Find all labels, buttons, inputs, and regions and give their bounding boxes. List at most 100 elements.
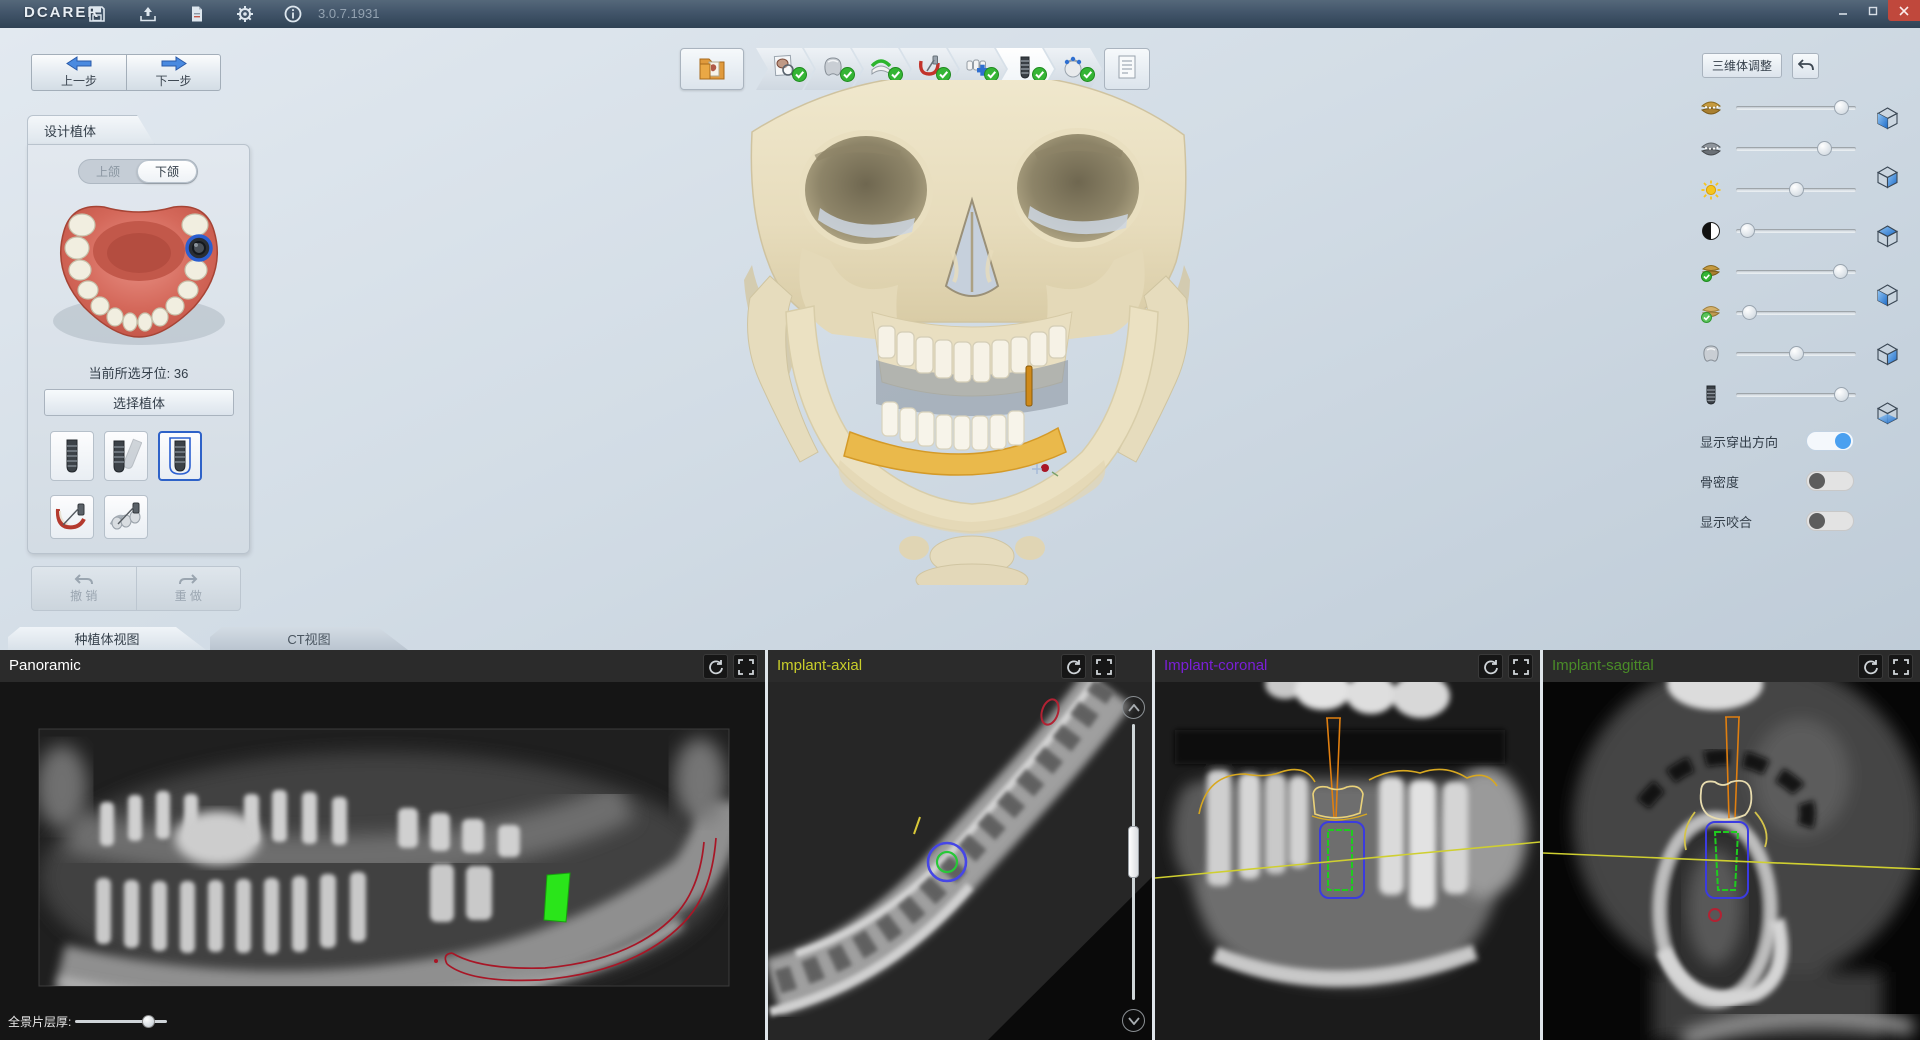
- redo-button[interactable]: 重 做: [137, 567, 241, 610]
- contrast-slider[interactable]: [1736, 229, 1856, 233]
- redo-label: 重 做: [175, 587, 202, 604]
- upper-arch-ok-icon: [1698, 261, 1724, 283]
- jaw-colored-slider[interactable]: [1736, 106, 1856, 110]
- view-cube-back[interactable]: [1874, 341, 1901, 368]
- toggle-label: 显示穿出方向: [1700, 432, 1806, 451]
- previous-step-button[interactable]: 上一步: [31, 54, 126, 91]
- upper-arch-ok-slider-row: [1698, 260, 1856, 284]
- main-workspace: 上一步 下一步 设计植体 上颌 下颌: [0, 28, 1920, 650]
- tab-ct-view[interactable]: CT视图: [210, 627, 408, 650]
- reset-view-icon[interactable]: [1858, 654, 1883, 679]
- jaw-gray-slider-knob[interactable]: [1817, 141, 1832, 156]
- brightness-icon: [1698, 179, 1724, 201]
- pano-thickness-label: 全景片层厚:: [8, 1013, 71, 1030]
- 3d-volume-view[interactable]: [690, 80, 1190, 585]
- save-icon[interactable]: [80, 3, 114, 25]
- jaw-colored-icon: [1698, 97, 1724, 119]
- fullscreen-icon[interactable]: [1888, 654, 1913, 679]
- version-text: 3.0.7.1931: [318, 6, 379, 21]
- undo-button[interactable]: 撤 销: [32, 567, 137, 610]
- fullscreen-icon[interactable]: [733, 654, 758, 679]
- outlined-implant-button[interactable]: [158, 431, 202, 481]
- outlined-implant-icon: [167, 437, 193, 475]
- fullscreen-icon[interactable]: [1091, 654, 1116, 679]
- toggle-switch-0[interactable]: [1806, 431, 1854, 451]
- reset-view-icon[interactable]: [1061, 654, 1086, 679]
- lower-arch-ok-slider-knob[interactable]: [1742, 305, 1757, 320]
- undo-arrow-icon: [1798, 59, 1814, 73]
- pano-lesion: [175, 811, 261, 865]
- implant-slider-knob[interactable]: [1834, 387, 1849, 402]
- titlebar: DCARER 3.0.7.1931: [0, 0, 1920, 28]
- axial-image[interactable]: [768, 682, 1152, 1040]
- contrast-slider-knob[interactable]: [1740, 223, 1755, 238]
- view-cube-right[interactable]: [1874, 164, 1901, 191]
- coronal-image[interactable]: [1155, 682, 1540, 1040]
- volume-adjust-button[interactable]: 三维体调整: [1702, 53, 1782, 78]
- maximize-button[interactable]: [1858, 0, 1888, 21]
- scroll-down-icon[interactable]: [1122, 1009, 1145, 1032]
- view-cube-left[interactable]: [1874, 282, 1901, 309]
- sagittal-pane: Implant-sagittal: [1543, 650, 1920, 1040]
- jaw-implant-tool-button[interactable]: [50, 495, 94, 539]
- implant-type-row: [50, 431, 202, 481]
- crown-slider-knob[interactable]: [1789, 346, 1804, 361]
- panoramic-image[interactable]: [0, 682, 765, 1040]
- toggle-switch-2[interactable]: [1806, 511, 1854, 531]
- reset-adjust-button[interactable]: [1792, 53, 1819, 79]
- panoramic-title: Panoramic: [9, 657, 81, 674]
- fullscreen-icon[interactable]: [1508, 654, 1533, 679]
- toggle-switch-1[interactable]: [1806, 471, 1854, 491]
- upper-arch-ok-slider-knob[interactable]: [1833, 264, 1848, 279]
- jaw-implant-measure-icon: [55, 501, 89, 533]
- teeth-implant-tool-button[interactable]: [104, 495, 148, 539]
- dental-arch-selector[interactable]: [42, 193, 235, 353]
- step-navigation: 上一步 下一步: [31, 54, 221, 91]
- lower-arch-ok-icon: [1698, 302, 1724, 324]
- lower-jaw-option[interactable]: 下颌: [137, 160, 197, 183]
- previous-step-label: 上一步: [61, 72, 97, 89]
- lower-arch-ok-slider[interactable]: [1736, 311, 1856, 315]
- minimize-button[interactable]: [1828, 0, 1858, 21]
- crown-slider[interactable]: [1736, 352, 1856, 356]
- coronal-pane: Implant-coronal: [1155, 650, 1540, 1040]
- select-implant-button[interactable]: 选择植体: [44, 389, 234, 416]
- straight-implant-button[interactable]: [50, 431, 94, 481]
- brightness-slider-row: [1698, 178, 1856, 202]
- export-icon[interactable]: [131, 3, 165, 25]
- screenshot-icon[interactable]: [180, 3, 214, 25]
- next-step-button[interactable]: 下一步: [126, 54, 221, 91]
- jaw-colored-slider-knob[interactable]: [1834, 100, 1849, 115]
- axial-title: Implant-axial: [777, 657, 862, 674]
- upper-arch-ok-slider[interactable]: [1736, 270, 1856, 274]
- implant-slider[interactable]: [1736, 393, 1856, 397]
- pano-thickness-knob[interactable]: [142, 1015, 155, 1028]
- upper-jaw-option[interactable]: 上颌: [79, 160, 137, 183]
- case-folder-icon: [697, 55, 727, 83]
- contrast-icon: [1698, 220, 1724, 242]
- brightness-slider-knob[interactable]: [1789, 182, 1804, 197]
- tilted-implant-button[interactable]: [104, 431, 148, 481]
- sagittal-image[interactable]: [1543, 682, 1920, 1040]
- settings-gear-icon[interactable]: [228, 3, 262, 25]
- tab-implant-view[interactable]: 种植体视图: [8, 627, 206, 650]
- panoramic-header: Panoramic: [0, 650, 765, 682]
- view-cube-top[interactable]: [1874, 223, 1901, 250]
- reset-view-icon[interactable]: [703, 654, 728, 679]
- close-button[interactable]: [1888, 0, 1920, 21]
- selected-tooth-line: 当前所选牙位: 36: [28, 363, 249, 382]
- panoramic-pane: Panoramic: [0, 650, 765, 1040]
- scroll-up-icon[interactable]: [1122, 696, 1145, 719]
- view-cube-bottom[interactable]: [1874, 400, 1901, 427]
- view-cube-front[interactable]: [1874, 105, 1901, 132]
- scrollbar-thumb[interactable]: [1128, 826, 1139, 878]
- jaw-gray-slider[interactable]: [1736, 147, 1856, 151]
- about-info-icon[interactable]: [276, 3, 310, 25]
- display-sliders: [1698, 96, 1856, 424]
- reset-view-icon[interactable]: [1478, 654, 1503, 679]
- brightness-slider[interactable]: [1736, 188, 1856, 192]
- design-implant-tab[interactable]: 设计植体: [27, 115, 155, 145]
- implant-icon: [1698, 384, 1724, 406]
- pano-thickness-slider[interactable]: [75, 1020, 167, 1023]
- implant-direction-indicator: [1026, 366, 1032, 406]
